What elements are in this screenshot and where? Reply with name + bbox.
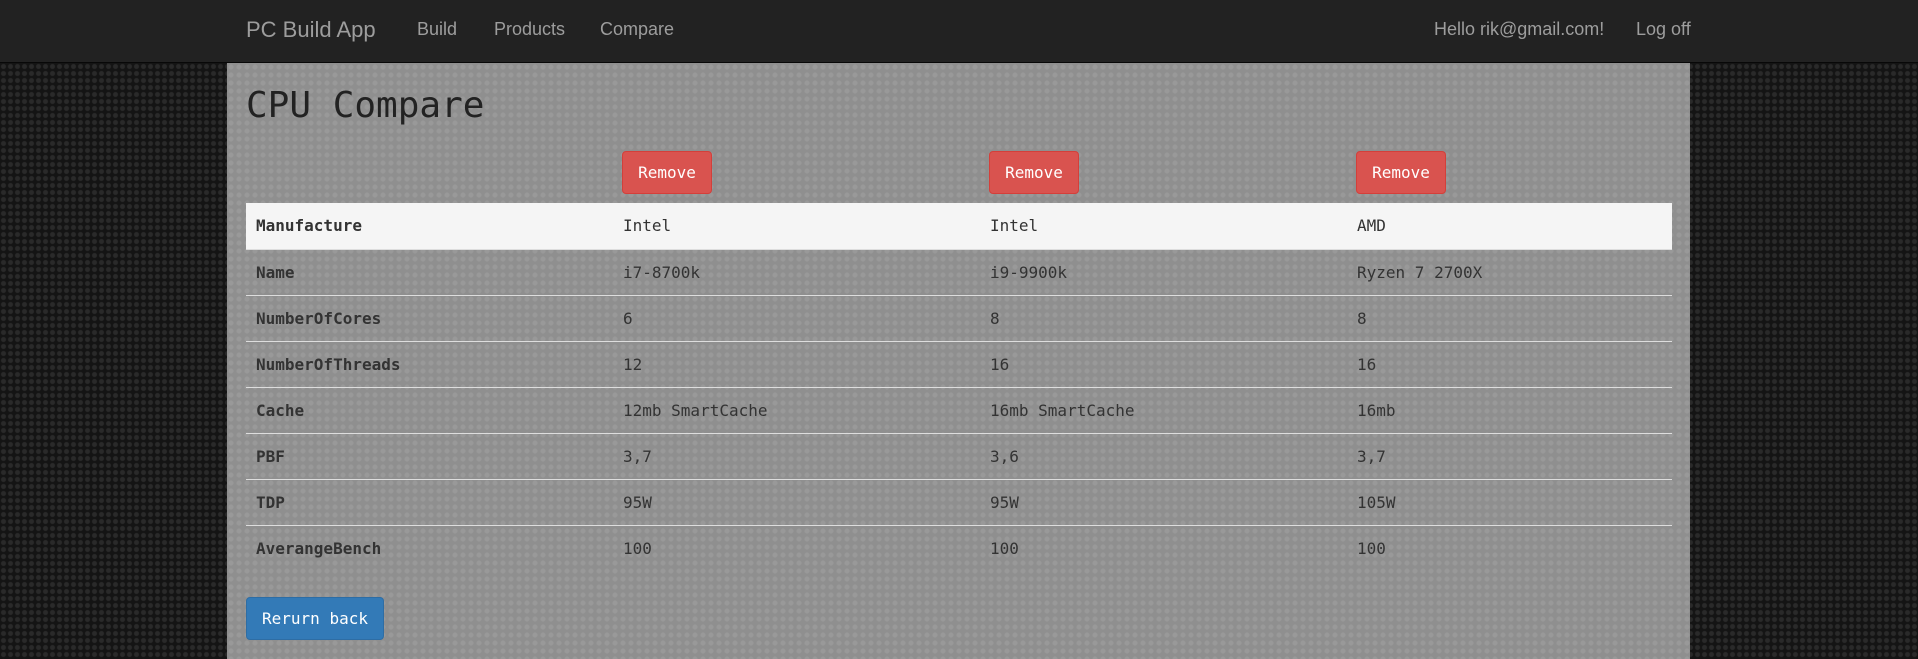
row-label: Manufacture — [256, 216, 362, 235]
return-back-button[interactable]: Rerurn back — [246, 597, 384, 640]
cell-value: 3,6 — [990, 447, 1019, 466]
nav-link-compare[interactable]: Compare — [600, 19, 674, 40]
cell-value: Intel — [623, 216, 672, 235]
cell-value: 95W — [990, 493, 1019, 512]
row-label: NumberOfCores — [256, 309, 382, 328]
cell-value: 12mb SmartCache — [623, 401, 768, 420]
main-content: CPU Compare Remove Remove Remove Manufac… — [227, 63, 1690, 659]
nav-link-products[interactable]: Products — [494, 19, 565, 40]
cell-value: 16mb SmartCache — [990, 401, 1135, 420]
cell-value: 3,7 — [623, 447, 652, 466]
compare-table: Manufacture Intel Intel AMD Name i7-8700… — [246, 203, 1672, 571]
row-label: Cache — [256, 401, 305, 420]
table-row: NumberOfCores 6 8 8 — [246, 295, 1672, 341]
row-label: Name — [256, 263, 295, 282]
cell-value: 100 — [623, 539, 652, 558]
brand-link[interactable]: PC Build App — [246, 17, 376, 43]
row-label: PBF — [256, 447, 285, 466]
cell-value: Intel — [990, 216, 1039, 235]
table-row: TDP 95W 95W 105W — [246, 479, 1672, 525]
page-title: CPU Compare — [246, 85, 485, 126]
row-label: TDP — [256, 493, 285, 512]
user-greeting-link[interactable]: Hello rik@gmail.com! — [1434, 19, 1604, 40]
navbar-container: PC Build App Build Products Compare Hell… — [227, 0, 1691, 62]
cell-value: 16 — [990, 355, 1010, 374]
row-label: AverangeBench — [256, 539, 382, 558]
remove-button-3[interactable]: Remove — [1356, 151, 1446, 194]
cell-value: 100 — [1357, 539, 1386, 558]
table-row: Cache 12mb SmartCache 16mb SmartCache 16… — [246, 387, 1672, 433]
remove-button-1[interactable]: Remove — [622, 151, 712, 194]
table-row: AverangeBench 100 100 100 — [246, 525, 1672, 571]
table-row: PBF 3,7 3,6 3,7 — [246, 433, 1672, 479]
cell-value: 16 — [1357, 355, 1377, 374]
top-navbar: PC Build App Build Products Compare Hell… — [0, 0, 1918, 63]
table-row: Name i7-8700k i9-9900k Ryzen 7 2700X — [246, 249, 1672, 295]
cell-value: 16mb — [1357, 401, 1396, 420]
cell-value: 95W — [623, 493, 652, 512]
cell-value: 6 — [623, 309, 633, 328]
cell-value: 3,7 — [1357, 447, 1386, 466]
cell-value: 100 — [990, 539, 1019, 558]
cell-value: 8 — [990, 309, 1000, 328]
nav-link-build[interactable]: Build — [417, 19, 457, 40]
cell-value: i9-9900k — [990, 263, 1068, 282]
cell-value: 12 — [623, 355, 643, 374]
logoff-link[interactable]: Log off — [1636, 19, 1691, 40]
remove-button-2[interactable]: Remove — [989, 151, 1079, 194]
table-row: Manufacture Intel Intel AMD — [246, 203, 1672, 249]
table-row: NumberOfThreads 12 16 16 — [246, 341, 1672, 387]
cell-value: Ryzen 7 2700X — [1357, 263, 1483, 282]
cell-value: 8 — [1357, 309, 1367, 328]
row-label: NumberOfThreads — [256, 355, 401, 374]
cell-value: i7-8700k — [623, 263, 701, 282]
cell-value: AMD — [1357, 216, 1386, 235]
cell-value: 105W — [1357, 493, 1396, 512]
